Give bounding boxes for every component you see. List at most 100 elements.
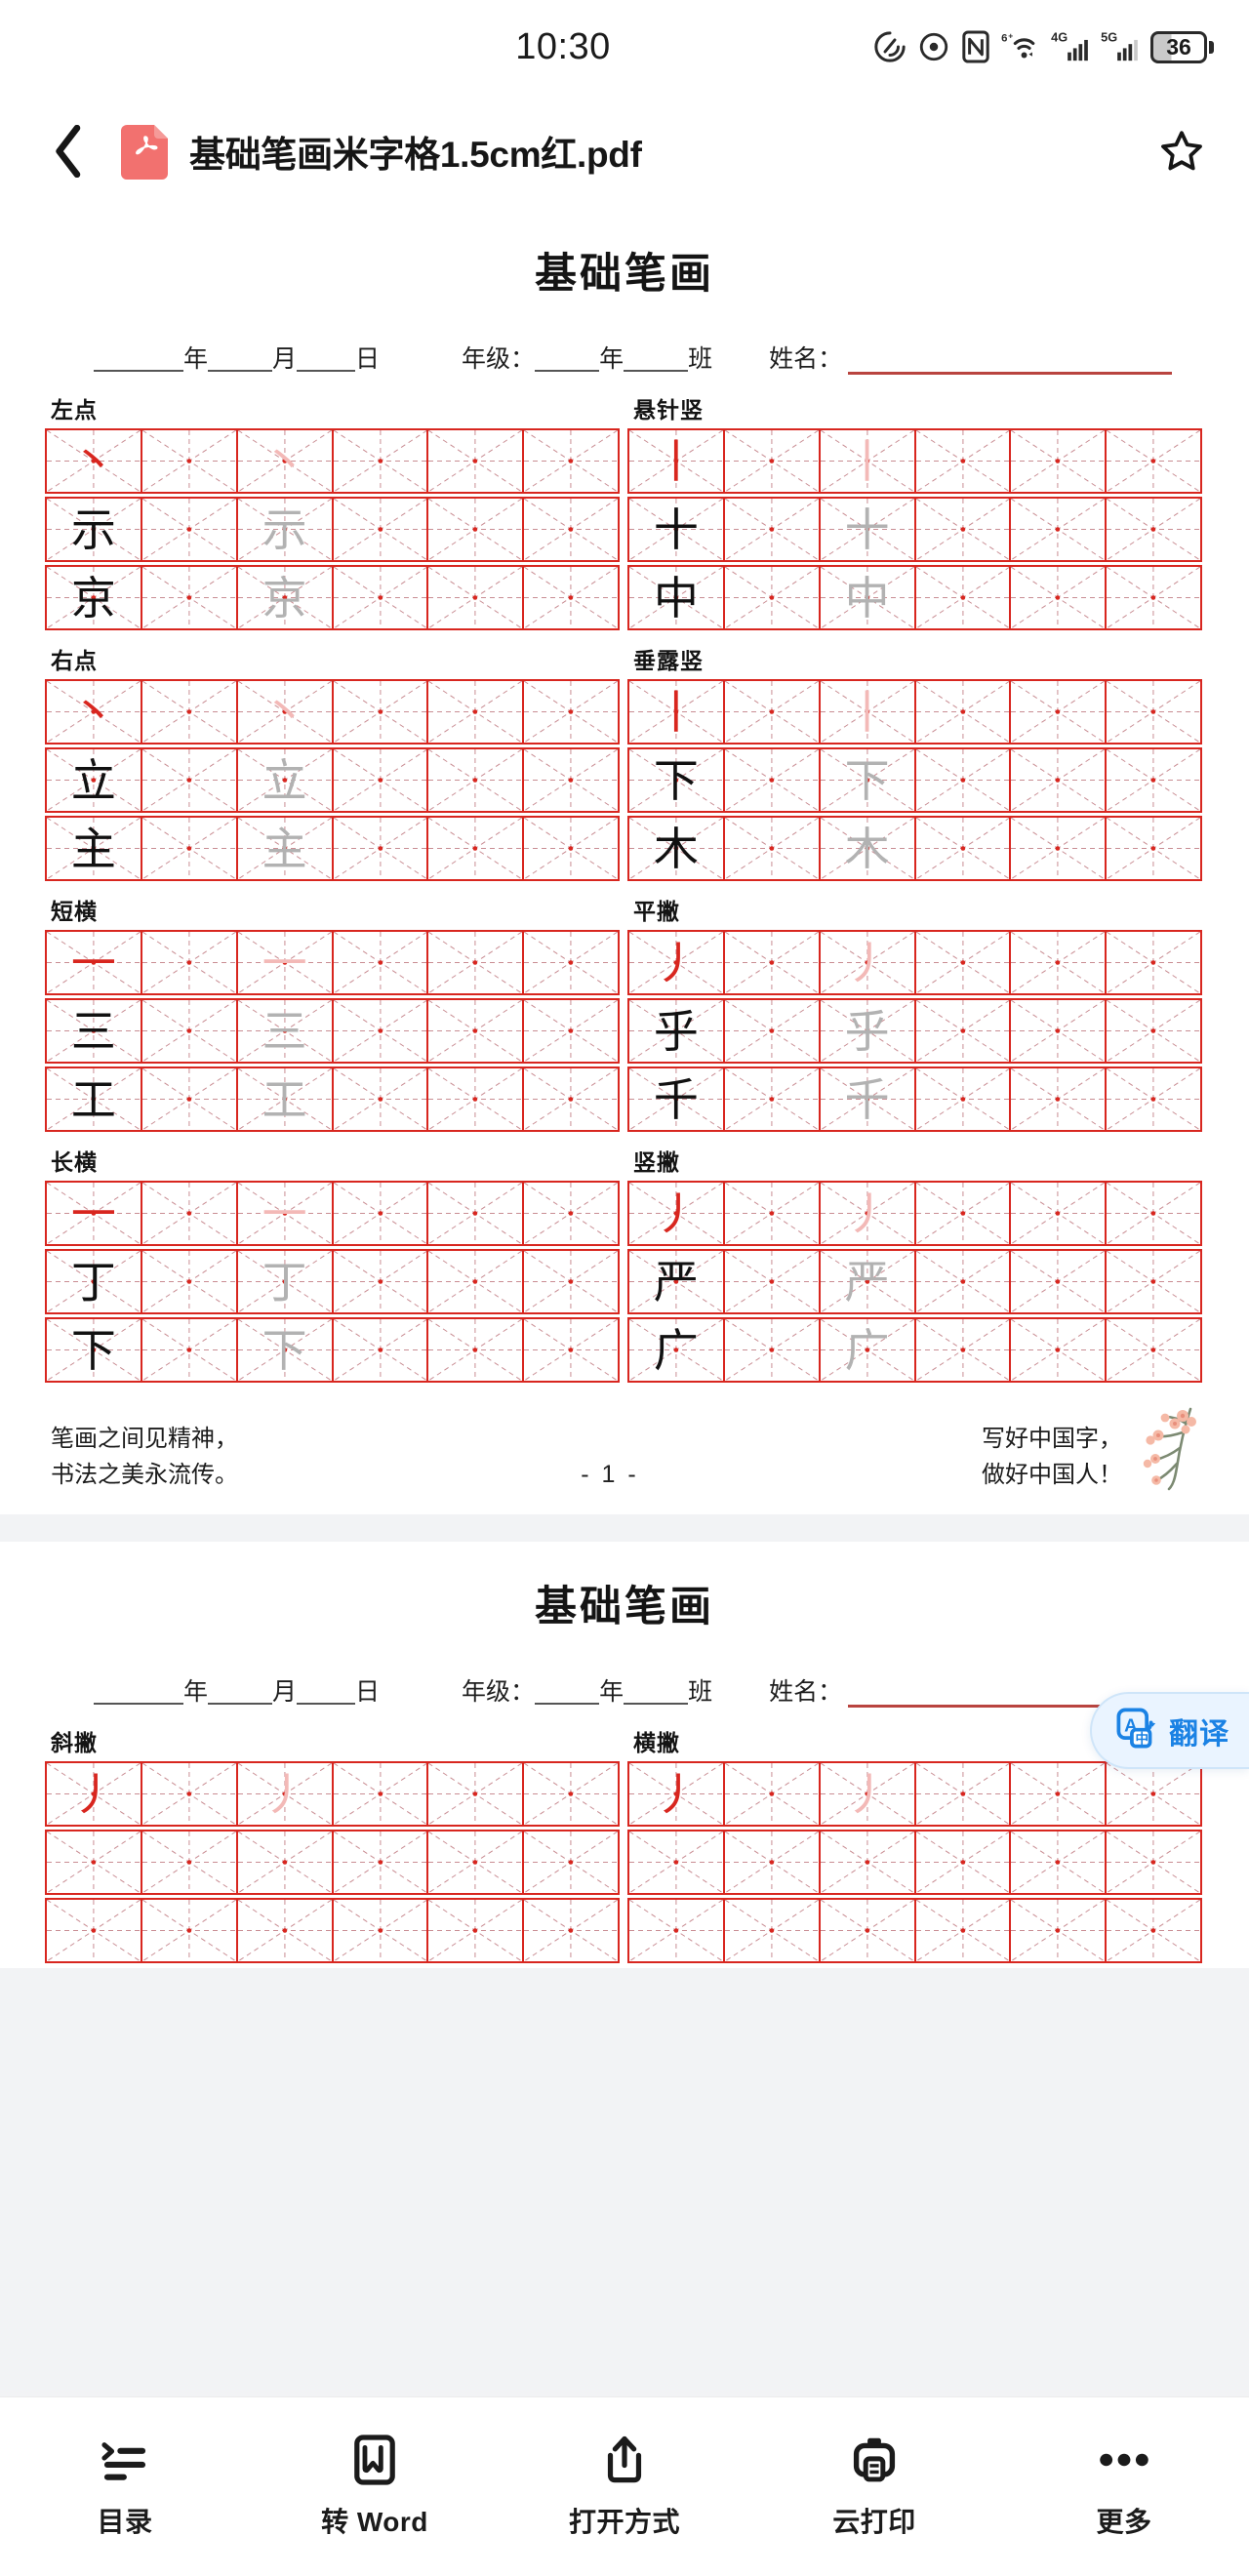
character-sample: 京 [70,571,116,624]
grid-cell: 中 [629,567,725,628]
toolbar-label-catalog: 目录 [97,2506,153,2537]
nfc-icon [961,30,990,63]
grid-cell [142,1900,238,1961]
grid-cell [1011,567,1108,628]
stroke-sample: 丿 [653,1187,699,1240]
grid-cell [1011,932,1108,993]
character-sample: 示 [70,503,116,556]
grid-cell: 广 [821,1319,916,1381]
character-sample: 立 [262,753,307,807]
grid-cell: 一 [238,1183,334,1244]
character-sample: 中 [844,571,890,624]
grid-cell [916,749,1012,811]
grade-field-2: 年级： 年 班 [462,1672,712,1708]
grid-cell [334,681,429,743]
sheet-meta-row-2: 年 月 日 年级： 年 班 姓名： [0,1653,1249,1708]
grid-cell [1107,567,1202,628]
grid-cell [47,1900,142,1961]
practice-groups-page1: 左点丶丶示示京京悬针竖丨丨十十中中右点丶丶立立主主垂露竖丨丨下下木木短横一一三三… [0,375,1249,1388]
toolbar-item-catalog[interactable]: 目录 [0,2435,250,2540]
character-row: 千千 [627,1067,1202,1132]
grid-cell [1107,430,1202,492]
grid-cell: 京 [238,567,334,628]
printer-icon [852,2435,897,2485]
grid-cell [1011,1183,1108,1244]
grid-cell [916,1068,1012,1130]
toolbar-item-more[interactable]: 更多 [999,2435,1249,2540]
grid-cell [1107,1251,1202,1312]
bottom-toolbar: 目录 转 Word 打开方式 云打印 更多 [0,2396,1249,2576]
toolbar-item-open-with[interactable]: 打开方式 [500,2435,749,2540]
date-month-label: 月 [272,345,298,373]
grid-cell [725,1831,821,1893]
grid-cell [916,1000,1012,1062]
grid-cell: 千 [821,1068,916,1130]
page-footer-1: 笔画之间见精神， 书法之美永流传。 - 1 - 写好中国字， 做好中国人！ [0,1388,1249,1514]
grid-cell: 丁 [47,1251,142,1312]
grid-cell: 丿 [47,1763,142,1825]
character-sample: 中 [653,571,699,624]
favorite-star-icon[interactable] [1151,121,1212,181]
grid-cell: 京 [47,567,142,628]
grid-cell [725,1319,821,1381]
stroke-sample: 一 [70,1187,116,1240]
status-icons: 6 + 4G 5G 36 [873,30,1214,63]
stroke-demo-row: 丿丿 [627,1761,1202,1827]
grid-cell: 木 [629,818,725,879]
character-row: 丁丁 [45,1249,620,1314]
svg-text:4G: 4G [1051,30,1068,44]
practice-group: 短横一一三三工工 [45,886,620,1135]
grid-cell [428,1763,525,1825]
stroke-sample: 丶 [70,434,116,488]
grid-cell [524,1319,620,1381]
group-label: 垂露竖 [633,648,704,673]
grid-cell: 丨 [629,430,725,492]
vibrate-icon [873,30,907,63]
translate-floating-button[interactable]: A 中 翻译 [1090,1692,1249,1769]
slogan-line-1: 写好中国字， [982,1426,1122,1453]
grid-cell [334,1319,429,1381]
grid-cell [1011,1319,1108,1381]
grid-cell [725,1763,821,1825]
stroke-sample: 丿 [844,1767,890,1821]
back-button[interactable] [39,121,100,181]
grid-cell [725,499,821,560]
pdf-viewer[interactable]: 基础笔画 年月日 年级：年班 姓名： 左点丶丶示示京京悬针竖丨丨十十中中右点丶丶… [0,209,1249,2396]
grid-cell [334,1763,429,1825]
pdf-file-icon [121,123,170,180]
character-sample: 工 [70,1072,116,1126]
grid-cell [725,1251,821,1312]
slogan-block: 写好中国字， 做好中国人！ [982,1403,1210,1493]
character-row [627,1830,1202,1895]
grid-cell [334,818,429,879]
grid-cell [916,681,1012,743]
date-year-label-2: 年 [183,1678,209,1706]
grid-cell [428,1900,525,1961]
group-label: 斜撇 [51,1730,98,1755]
group-label: 右点 [51,648,98,673]
toolbar-label-more: 更多 [1096,2506,1152,2537]
stroke-sample: 丿 [653,1767,699,1821]
grid-cell [428,932,525,993]
grid-cell [725,430,821,492]
character-sample: 三 [262,1004,307,1058]
grid-cell: 千 [629,1068,725,1130]
grade-field: 年级： 年 班 [462,340,712,375]
sheet-meta-row: 年 月 日 年级： 年 班 姓名： [0,320,1249,375]
toolbar-item-to-word[interactable]: 转 Word [250,2434,500,2540]
group-label: 短横 [51,899,98,924]
toolbar-item-cloud-print[interactable]: 云打印 [749,2435,999,2540]
grid-cell [524,749,620,811]
stroke-sample: 丿 [262,1767,307,1821]
grid-cell [1011,1763,1108,1825]
grid-cell: 示 [47,499,142,560]
stroke-sample: 丶 [262,685,307,739]
grid-cell [142,1251,238,1312]
grid-cell [428,749,525,811]
grid-cell: 丿 [821,932,916,993]
grid-cell: 丿 [821,1763,916,1825]
grid-cell: 丨 [821,430,916,492]
group-label: 平撇 [633,899,680,924]
grid-cell [1107,1900,1202,1961]
date-month-label-2: 月 [272,1678,298,1706]
